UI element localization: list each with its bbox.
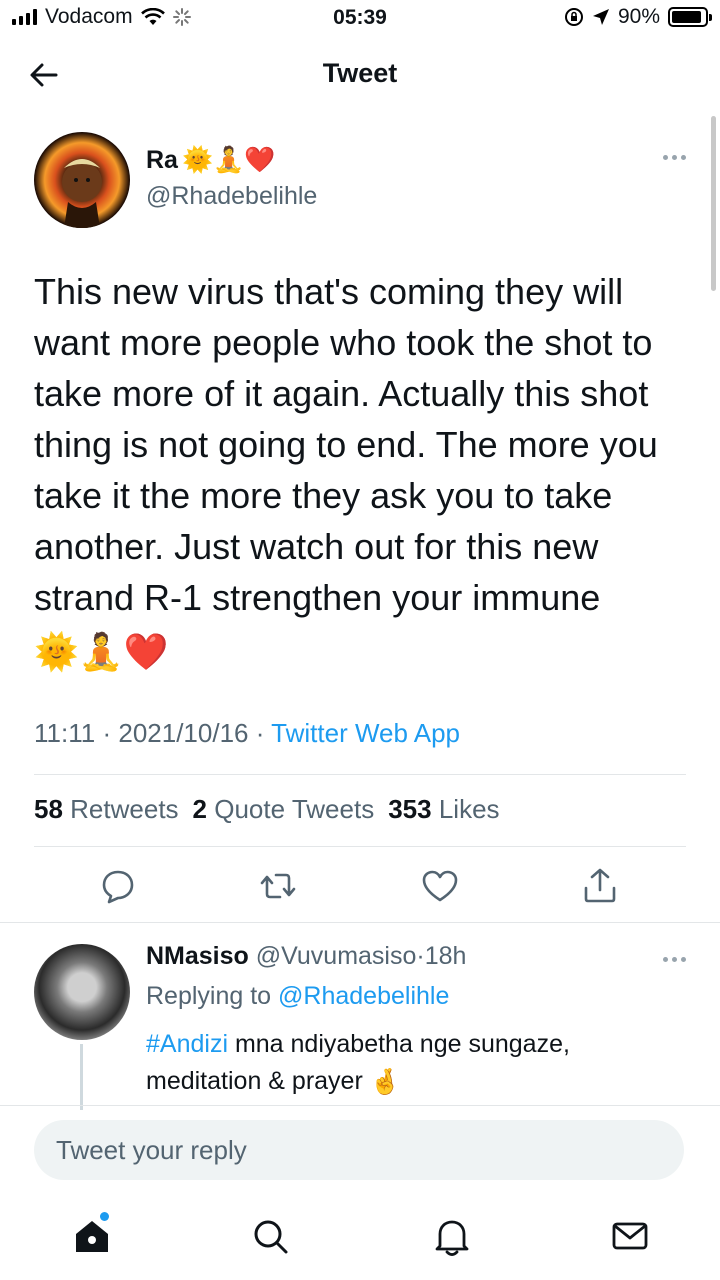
bell-icon[interactable] — [430, 1214, 474, 1258]
hashtag-link[interactable]: #Andizi — [146, 1030, 228, 1058]
more-icon[interactable] — [656, 952, 686, 966]
mail-icon[interactable] — [608, 1214, 652, 1258]
divider — [0, 1105, 720, 1106]
battery-percent: 90% — [617, 5, 660, 28]
avatar-portrait-icon — [62, 159, 102, 228]
reply-input[interactable] — [34, 1120, 684, 1180]
replying-to: Replying to @Rhadebelihle — [146, 982, 449, 1011]
quote-tweets-stat[interactable]: 2 Quote Tweets — [193, 794, 375, 825]
tweet-meta: 11:11 · 2021/10/16 · Twitter Web App — [34, 718, 460, 749]
divider — [0, 922, 720, 923]
avatar[interactable] — [34, 944, 130, 1040]
reply-header: NMasiso @Vuvumasiso·18h — [146, 942, 466, 971]
likes-stat[interactable]: 353 Likes — [388, 794, 499, 825]
retweets-stat[interactable]: 58 Retweets — [34, 794, 179, 825]
page-title: Tweet — [322, 58, 398, 88]
author-name[interactable]: Ra 🌞🧘❤️ — [146, 146, 275, 175]
search-icon[interactable] — [248, 1214, 292, 1258]
reply-author-name[interactable]: NMasiso — [146, 942, 249, 970]
tweet-emojis: 🌞🧘❤️ — [34, 630, 169, 672]
reply-text: #Andizi mna ndiyabetha nge sungaze, medi… — [146, 1026, 666, 1101]
meta-separator: · — [416, 942, 425, 970]
orientation-lock-icon — [564, 8, 583, 26]
reply-composer — [34, 1120, 684, 1180]
thread-line — [80, 1044, 83, 1110]
tweet-date: 2021/10/16 — [118, 718, 249, 748]
divider — [34, 774, 686, 775]
tweet-actions — [0, 862, 720, 910]
top-nav: Tweet — [0, 40, 720, 110]
divider — [34, 846, 686, 847]
replying-to-label: Replying to — [146, 982, 272, 1010]
retweet-icon[interactable] — [258, 866, 298, 906]
location-arrow-icon — [592, 9, 609, 25]
tweet-author: Ra 🌞🧘❤️ @Rhadebelihle — [34, 132, 686, 232]
tweet-source-link[interactable]: Twitter Web App — [271, 718, 460, 748]
author-display-name: Ra — [146, 146, 178, 174]
tweet-body: This new virus that's coming they will w… — [34, 271, 658, 618]
meta-separator: · — [255, 718, 265, 748]
author-handle[interactable]: @Rhadebelihle — [146, 182, 317, 211]
scrollbar[interactable] — [711, 116, 716, 291]
heart-icon[interactable] — [420, 866, 460, 906]
more-icon[interactable] — [656, 150, 686, 164]
reply-item[interactable]: NMasiso @Vuvumasiso·18h Replying to @Rha… — [34, 940, 686, 1110]
status-right: 90% — [564, 5, 712, 29]
status-bar: Vodacom 05:39 90% — [0, 0, 720, 36]
replying-to-mention[interactable]: @Rhadebelihle — [278, 982, 449, 1010]
share-icon[interactable] — [580, 866, 620, 906]
home-icon[interactable] — [70, 1214, 114, 1258]
tweet-stats: 58 Retweets 2 Quote Tweets 353 Likes — [34, 794, 500, 825]
tweet-time: 11:11 — [34, 718, 96, 748]
notification-dot — [100, 1212, 109, 1221]
reply-author-handle[interactable]: @Vuvumasiso — [256, 942, 417, 970]
bottom-tab-bar — [0, 1200, 720, 1280]
comment-icon[interactable] — [98, 866, 138, 906]
author-emojis: 🌞🧘❤️ — [181, 146, 276, 174]
reply-emoji: 🤞 — [369, 1067, 401, 1096]
battery-icon — [668, 7, 712, 27]
reply-age: 18h — [424, 942, 467, 970]
tweet-text: This new virus that's coming they will w… — [34, 266, 684, 677]
avatar[interactable] — [34, 132, 130, 228]
meta-separator: · — [102, 718, 112, 748]
